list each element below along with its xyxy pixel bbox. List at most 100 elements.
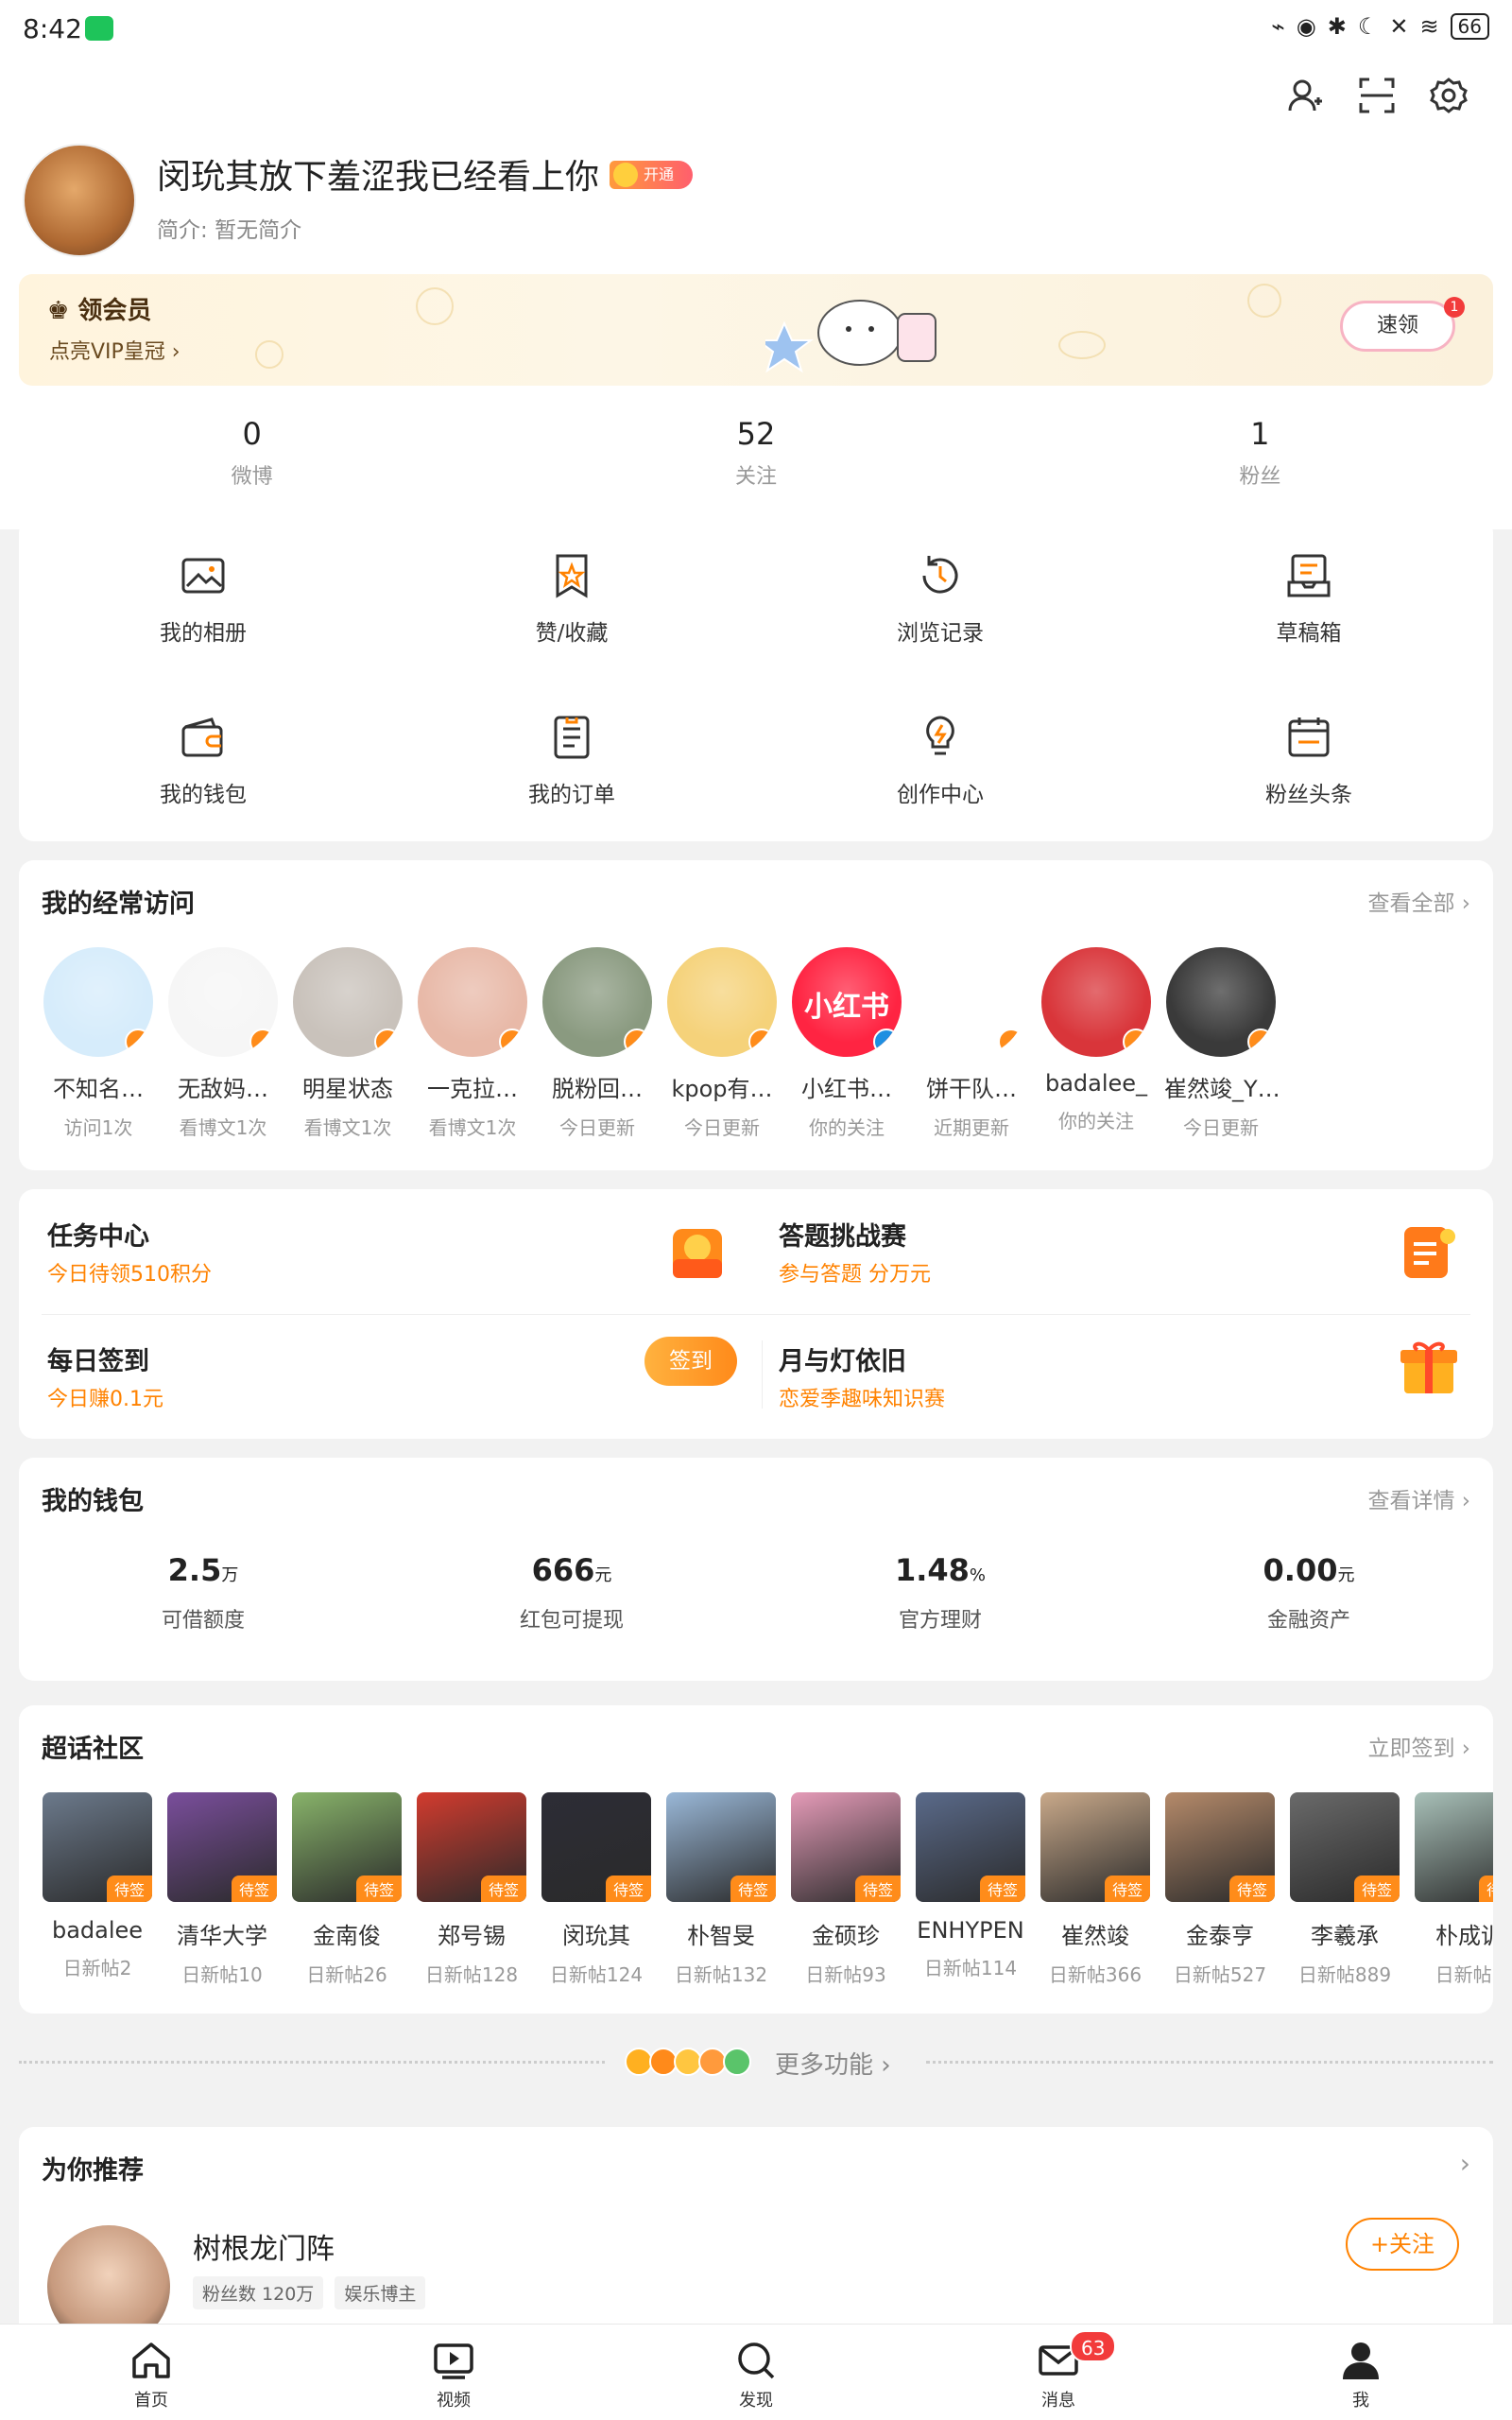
bio[interactable]: 简介: 暂无简介 <box>157 212 301 244</box>
clock-history-icon <box>922 555 958 594</box>
avatar[interactable] <box>23 144 136 257</box>
verified-badge-icon <box>1123 1028 1149 1055</box>
tool-orders[interactable]: 我的订单 <box>387 680 756 841</box>
visit-status: 今日更新 <box>559 1116 635 1139</box>
fans-count-chip: 粉丝数 120万 <box>193 2276 324 2309</box>
visit-status: 看博文1次 <box>428 1116 517 1139</box>
checkin-now-link[interactable]: 立即签到 › <box>1367 1730 1470 1762</box>
tool-album[interactable]: 我的相册 <box>19 518 387 680</box>
tool-fan-headline[interactable]: 粉丝头条 <box>1125 680 1493 841</box>
topic-cover: 待签 <box>1415 1792 1493 1902</box>
battery-icon: 66 <box>1450 13 1489 40</box>
stat-followers[interactable]: 1 粉丝 <box>1008 416 1512 510</box>
frequent-visit-item[interactable]: 饼干队… 近期更新 <box>915 947 1028 1140</box>
more-features-row[interactable]: 更多功能 › <box>19 2038 1493 2085</box>
supertopic-item[interactable]: 待签 金硕珍 日新帖93 <box>790 1792 902 1987</box>
supertopic-item[interactable]: 待签 闵玧其 日新帖124 <box>541 1792 652 1987</box>
tool-history[interactable]: 浏览记录 <box>756 518 1125 680</box>
verified-badge-icon <box>998 1028 1024 1055</box>
add-friend-icon[interactable] <box>1283 74 1327 117</box>
topic-name: 崔然竣 <box>1061 1923 1129 1949</box>
tool-drafts[interactable]: 草稿箱 <box>1125 518 1493 680</box>
calendar-icon <box>1288 717 1330 756</box>
supertopic-item[interactable]: 待签 崔然竣 日新帖366 <box>1040 1792 1151 1987</box>
xiaohongshu-logo: 小红书 <box>804 991 889 1024</box>
supertopic-item[interactable]: 待签 清华大学 日新帖10 <box>166 1792 278 1987</box>
profile-page: 8:42 ⌁ ◉ ✱ ☾ ✕ ≋ 66 闵玧其放下羞涩我已经看上你 开通 简介:… <box>0 0 1512 2420</box>
nav-me[interactable]: 我 <box>1210 2325 1512 2420</box>
frequent-visit-item[interactable]: 小红书 小红书… 你的关注 <box>790 947 903 1140</box>
pending-checkin-tag: 待签 <box>730 1876 776 1902</box>
visit-name: 小红书… <box>801 1076 892 1102</box>
tool-wallet[interactable]: 我的钱包 <box>19 680 387 841</box>
wallet-redpacket[interactable]: 666元 红包可提现 <box>387 1552 756 1634</box>
chevron-right-icon[interactable]: › <box>1460 2148 1470 2179</box>
settings-gear-icon[interactable] <box>1427 74 1470 117</box>
supertopic-item[interactable]: 待签 ENHYPEN 日新帖114 <box>915 1792 1026 1980</box>
frequent-visit-item[interactable]: 一克拉… 看博文1次 <box>416 947 529 1140</box>
wallet-assets[interactable]: 0.00元 金融资产 <box>1125 1552 1493 1634</box>
stats-row: 0 微博 52 关注 1 粉丝 <box>0 416 1512 510</box>
frequent-visit-item[interactable]: kpop有… 今日更新 <box>665 947 779 1140</box>
frequent-visit-item[interactable]: 无敌妈… 看博文1次 <box>166 947 280 1140</box>
pending-checkin-tag: 待签 <box>605 1876 651 1902</box>
moon-icon: ☾ <box>1357 13 1379 40</box>
pending-checkin-tag: 待签 <box>355 1876 402 1902</box>
tool-creator-center[interactable]: 创作中心 <box>756 680 1125 841</box>
topic-posts: 日新帖527 <box>1173 1963 1267 1986</box>
visit-name: 明星状态 <box>302 1076 393 1102</box>
topic-posts: 日新帖26 <box>306 1963 387 1986</box>
nav-discover[interactable]: 发现 <box>605 2325 907 2420</box>
vip-open-badge[interactable]: 开通 <box>610 161 693 189</box>
pending-checkin-tag: 待签 <box>480 1876 526 1902</box>
topic-posts: 日新帖2 <box>62 1957 132 1979</box>
frequent-visit-item[interactable]: badalee_ 你的关注 <box>1040 947 1153 1133</box>
wallet-title: 我的钱包 <box>42 1487 144 1516</box>
frequent-visit-item[interactable]: 崔然竣_Y… 今日更新 <box>1164 947 1278 1140</box>
supertopic-item[interactable]: 待签朴成训日新帖6 <box>1414 1792 1493 1987</box>
follow-button[interactable]: +关注 <box>1346 2218 1459 2271</box>
wallet-finance[interactable]: 1.48% 官方理财 <box>756 1552 1125 1634</box>
wallet-details-link[interactable]: 查看详情 › <box>1367 1482 1470 1514</box>
stat-weibo[interactable]: 0 微博 <box>0 416 504 510</box>
bottom-nav: 首页 视频 发现 消息 63 我 <box>0 2324 1512 2420</box>
wallet-credit[interactable]: 2.5万 可借额度 <box>19 1552 387 1634</box>
vip-claim-button[interactable]: 速领 <box>1340 301 1455 352</box>
supertopic-item[interactable]: 待签 郑号锡 日新帖128 <box>416 1792 527 1987</box>
topic-posts: 日新帖132 <box>674 1963 768 1986</box>
topic-cover: 待签 <box>541 1792 651 1902</box>
supertopic-item[interactable]: 待签金南俊日新帖26 <box>291 1792 403 1987</box>
supertopic-item[interactable]: 待签 金泰亨 日新帖527 <box>1164 1792 1276 1987</box>
nav-video[interactable]: 视频 <box>302 2325 605 2420</box>
vip-banner[interactable]: ♚ 领会员 点亮VIP皇冠 › 速领 1 <box>19 274 1493 386</box>
avatar: 小红书 <box>792 947 902 1057</box>
supertopic-item[interactable]: 待签 badalee 日新帖2 <box>42 1792 153 1980</box>
frequent-visit-item[interactable]: 明星状态 看博文1次 <box>291 947 404 1140</box>
scan-icon[interactable] <box>1355 74 1399 117</box>
tool-likes-favorites[interactable]: 赞/收藏 <box>387 518 756 680</box>
nav-messages[interactable]: 消息 63 <box>907 2325 1210 2420</box>
avatar <box>667 947 777 1057</box>
frequent-visit-item[interactable]: 脱粉回… 今日更新 <box>541 947 654 1140</box>
topic-cover: 待签 <box>292 1792 402 1902</box>
verified-badge-icon <box>624 1028 650 1055</box>
topic-name: 朴成训 <box>1435 1923 1493 1949</box>
status-bar: 8:42 ⌁ ◉ ✱ ☾ ✕ ≋ 66 <box>0 0 1512 59</box>
supertopic-item[interactable]: 待签 李羲承 日新帖889 <box>1289 1792 1400 1987</box>
visit-name: 不知名… <box>53 1076 144 1102</box>
frequent-visits-title: 我的经常访问 <box>42 890 195 919</box>
supertopic-item[interactable]: 待签 朴智旻 日新帖132 <box>665 1792 777 1987</box>
nav-home[interactable]: 首页 <box>0 2325 302 2420</box>
topic-name: 清华大学 <box>177 1923 267 1949</box>
checkin-button[interactable]: 签到 <box>644 1337 737 1386</box>
username[interactable]: 闵玧其放下羞涩我已经看上你 <box>157 149 599 199</box>
tools-card: 我的相册 赞/收藏 浏览记录 草稿箱 我的钱包 我的订单 创作中心 粉丝头条 <box>19 518 1493 841</box>
feature-icon <box>723 2048 751 2076</box>
visit-status: 近期更新 <box>934 1116 1009 1139</box>
topic-name: 金南俊 <box>313 1923 381 1949</box>
view-all-link[interactable]: 查看全部 › <box>1367 885 1470 917</box>
supertopic-title: 超话社区 <box>42 1735 144 1764</box>
frequent-visit-item[interactable]: 不知名… 访问1次 <box>42 947 155 1140</box>
stat-following[interactable]: 52 关注 <box>504 416 1007 510</box>
recommend-name[interactable]: 树根龙门阵 <box>193 2225 335 2267</box>
